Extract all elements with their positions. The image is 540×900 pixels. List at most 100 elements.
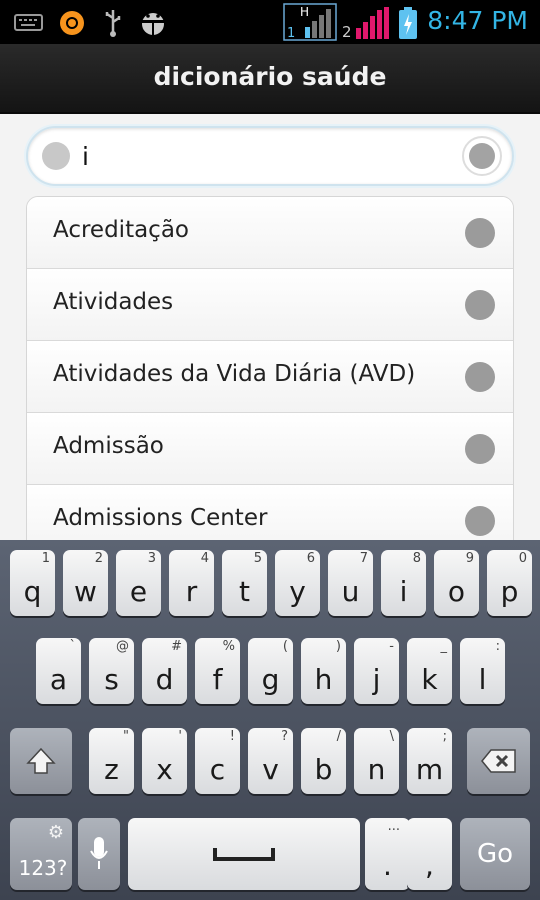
key-h[interactable]: ) h bbox=[301, 638, 346, 704]
key-u-sub: 7 bbox=[359, 551, 368, 566]
key-a-sub: ` bbox=[69, 639, 77, 654]
status-time: 8:47 PM bbox=[427, 6, 528, 35]
key-k-label: k bbox=[421, 663, 438, 696]
key-r-label: r bbox=[185, 575, 198, 608]
app-title: dicionário saúde bbox=[153, 62, 387, 91]
key-m-sub: ; bbox=[442, 729, 447, 744]
key-o-sub: 9 bbox=[465, 551, 474, 566]
go-button-label: Go bbox=[476, 839, 514, 869]
microphone-icon bbox=[78, 818, 120, 890]
clear-search-button[interactable] bbox=[462, 136, 502, 176]
key-j[interactable]: -j bbox=[354, 638, 399, 704]
key-w-sub: 2 bbox=[94, 551, 103, 566]
list-item[interactable]: Atividades bbox=[27, 269, 513, 341]
key-k[interactable]: _ k bbox=[407, 638, 452, 704]
item-action-icon[interactable] bbox=[465, 434, 495, 464]
key-m-label: m bbox=[415, 753, 444, 786]
key-g[interactable]: (g bbox=[248, 638, 293, 704]
key-t-label: t bbox=[239, 575, 250, 608]
key-d-sub: # bbox=[171, 639, 182, 654]
key-d-label: d bbox=[155, 663, 174, 696]
key-u-label: u bbox=[341, 575, 360, 608]
usb-icon bbox=[105, 10, 121, 37]
key-r[interactable]: 4r bbox=[169, 550, 214, 616]
key-n[interactable]: \ n bbox=[354, 728, 399, 794]
key-z[interactable]: " z bbox=[89, 728, 134, 794]
key-k-sub: _ bbox=[440, 639, 448, 654]
key-b[interactable]: / b bbox=[301, 728, 346, 794]
key-w-label: w bbox=[74, 575, 97, 608]
android-debug-icon bbox=[142, 13, 164, 35]
key-l[interactable]: :l bbox=[460, 638, 505, 704]
key-i[interactable]: 8i bbox=[381, 550, 426, 616]
period-key[interactable]: ... . bbox=[365, 818, 410, 890]
symbols-key[interactable]: ⚙ 123? bbox=[10, 818, 72, 890]
comma-key[interactable]: , bbox=[407, 818, 452, 890]
key-g-sub: ( bbox=[282, 639, 288, 654]
key-f[interactable]: % f bbox=[195, 638, 240, 704]
list-item-label: Atividades bbox=[53, 289, 174, 315]
list-item[interactable]: Admissão bbox=[27, 413, 513, 485]
search-input[interactable]: i bbox=[82, 142, 89, 171]
item-action-icon[interactable] bbox=[465, 290, 495, 320]
voice-input-key[interactable] bbox=[78, 818, 120, 890]
shift-key[interactable] bbox=[10, 728, 72, 794]
key-d[interactable]: # d bbox=[142, 638, 187, 704]
period-key-sub: ... bbox=[387, 819, 400, 834]
list-item-label: Acreditação bbox=[53, 217, 189, 243]
key-p[interactable]: 0p bbox=[487, 550, 532, 616]
list-item[interactable]: Acreditação bbox=[27, 197, 513, 269]
key-q-label: q bbox=[23, 575, 42, 608]
key-m[interactable]: ; m bbox=[407, 728, 452, 794]
key-a-label: a bbox=[49, 663, 68, 696]
key-a[interactable]: ` a bbox=[36, 638, 81, 704]
key-v-label: v bbox=[262, 753, 279, 786]
symbols-key-label: 123? bbox=[18, 856, 68, 880]
backspace-icon bbox=[467, 728, 530, 794]
key-x[interactable]: ' x bbox=[142, 728, 187, 794]
key-b-label: b bbox=[314, 753, 333, 786]
key-n-sub: \ bbox=[389, 729, 394, 744]
key-t-sub: 5 bbox=[253, 551, 262, 566]
key-r-sub: 4 bbox=[200, 551, 209, 566]
key-c-sub: ! bbox=[229, 729, 235, 744]
item-action-icon[interactable] bbox=[465, 506, 495, 536]
list-item[interactable]: Atividades da Vida Diária (AVD) bbox=[27, 341, 513, 413]
space-key[interactable] bbox=[128, 818, 360, 890]
key-z-label: z bbox=[104, 753, 119, 786]
key-j-label: j bbox=[372, 663, 381, 696]
key-v-sub: ? bbox=[281, 729, 288, 744]
item-action-icon[interactable] bbox=[465, 362, 495, 392]
keyboard-icon bbox=[14, 14, 43, 31]
key-o[interactable]: 9o bbox=[434, 550, 479, 616]
key-e[interactable]: 3e bbox=[116, 550, 161, 616]
svg-text:1: 1 bbox=[287, 26, 295, 41]
key-p-label: p bbox=[500, 575, 519, 608]
key-c[interactable]: ! c bbox=[195, 728, 240, 794]
backspace-key[interactable] bbox=[467, 728, 530, 794]
key-u[interactable]: 7u bbox=[328, 550, 373, 616]
key-l-sub: : bbox=[495, 639, 500, 654]
key-s-label: s bbox=[104, 663, 119, 696]
key-w[interactable]: 2w bbox=[63, 550, 108, 616]
key-v[interactable]: ? v bbox=[248, 728, 293, 794]
key-b-sub: / bbox=[336, 729, 341, 744]
list-item-label: Admissão bbox=[53, 433, 164, 459]
key-x-label: x bbox=[156, 753, 173, 786]
list-item[interactable]: Admissions Center bbox=[27, 485, 513, 544]
key-t[interactable]: 5t bbox=[222, 550, 267, 616]
go-button[interactable]: Go bbox=[460, 818, 530, 890]
sim2-signal-icon: 2 bbox=[342, 7, 389, 40]
key-y[interactable]: 6y bbox=[275, 550, 320, 616]
results-list: Acreditação Atividades Atividades da Vid… bbox=[26, 196, 514, 544]
key-h-sub: ) bbox=[335, 639, 341, 654]
key-s-sub: @ bbox=[116, 639, 129, 654]
period-key-label: . bbox=[383, 849, 392, 882]
key-q[interactable]: 1q bbox=[10, 550, 55, 616]
item-action-icon[interactable] bbox=[465, 218, 495, 248]
key-s[interactable]: @ s bbox=[89, 638, 134, 704]
key-p-sub: 0 bbox=[518, 551, 527, 566]
key-f-sub: % bbox=[222, 639, 235, 654]
search-field[interactable]: i bbox=[26, 126, 514, 186]
key-y-sub: 6 bbox=[306, 551, 315, 566]
